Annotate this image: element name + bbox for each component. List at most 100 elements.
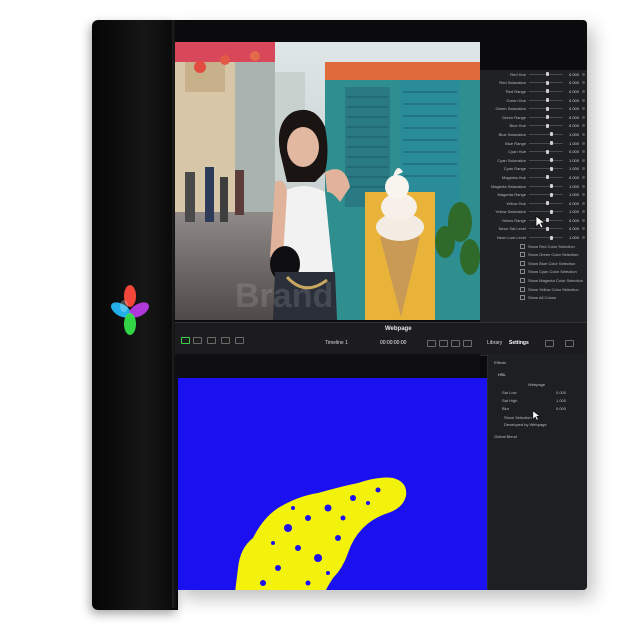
parameter-slider[interactable] bbox=[529, 149, 563, 154]
slider-knob[interactable] bbox=[546, 201, 549, 206]
reset-dot-icon[interactable] bbox=[582, 141, 585, 145]
reset-dot-icon[interactable] bbox=[582, 236, 585, 240]
inspector-row3-value[interactable]: 0.000 bbox=[556, 406, 566, 411]
inspector-row1-value[interactable]: 0.000 bbox=[556, 390, 566, 395]
parameter-value[interactable]: 0.000 bbox=[563, 98, 579, 103]
timeline-dropdown[interactable]: Timeline 1 bbox=[325, 340, 348, 346]
reset-dot-icon[interactable] bbox=[582, 210, 585, 214]
selection-checkbox[interactable]: Show Magenta Color Selection bbox=[480, 276, 587, 285]
reset-dot-icon[interactable] bbox=[582, 175, 585, 179]
parameter-slider[interactable] bbox=[529, 209, 563, 214]
slider-knob[interactable] bbox=[546, 115, 549, 120]
slider-knob[interactable] bbox=[550, 209, 554, 214]
parameter-value[interactable]: 0.000 bbox=[563, 80, 579, 85]
reset-dot-icon[interactable] bbox=[582, 227, 585, 231]
reset-dot-icon[interactable] bbox=[582, 72, 585, 76]
parameter-value[interactable]: 0.000 bbox=[563, 218, 579, 223]
slider-knob[interactable] bbox=[546, 149, 549, 154]
play-reverse-icon[interactable] bbox=[427, 340, 436, 347]
show-selection-checkbox[interactable]: Show Selection bbox=[504, 415, 532, 420]
parameter-value[interactable]: 0.000 bbox=[563, 123, 579, 128]
checkbox-icon[interactable] bbox=[520, 278, 525, 284]
checkbox-icon[interactable] bbox=[520, 269, 525, 275]
parameter-value[interactable]: 1.000 bbox=[563, 209, 579, 214]
slider-knob[interactable] bbox=[546, 106, 549, 111]
selection-checkbox[interactable]: Show Cyan Color Selection bbox=[480, 268, 587, 277]
reset-dot-icon[interactable] bbox=[582, 115, 585, 119]
checkbox-icon[interactable] bbox=[520, 295, 525, 301]
parameter-value[interactable]: 1.000 bbox=[563, 132, 579, 137]
monitor-icon[interactable] bbox=[207, 337, 216, 344]
checkbox-icon[interactable] bbox=[520, 243, 525, 249]
checkbox-icon[interactable] bbox=[520, 286, 525, 292]
parameter-value[interactable]: 1.000 bbox=[563, 141, 579, 146]
reset-dot-icon[interactable] bbox=[582, 184, 585, 188]
slider-knob[interactable] bbox=[550, 184, 554, 189]
slider-knob[interactable] bbox=[546, 175, 549, 180]
slider-knob[interactable] bbox=[550, 132, 554, 137]
reset-dot-icon[interactable] bbox=[582, 201, 585, 205]
parameter-slider[interactable] bbox=[529, 123, 563, 128]
slider-knob[interactable] bbox=[546, 123, 549, 128]
selection-checkbox[interactable]: Show Red Color Selection bbox=[480, 242, 587, 251]
reset-dot-icon[interactable] bbox=[582, 218, 585, 222]
parameter-slider[interactable] bbox=[529, 141, 563, 146]
reset-dot-icon[interactable] bbox=[582, 158, 585, 162]
stop-icon[interactable] bbox=[439, 340, 448, 347]
parameter-slider[interactable] bbox=[529, 192, 563, 197]
parameter-value[interactable]: 0.000 bbox=[563, 175, 579, 180]
parameter-slider[interactable] bbox=[529, 184, 563, 189]
parameter-slider[interactable] bbox=[529, 89, 563, 94]
parameter-slider[interactable] bbox=[529, 132, 563, 137]
parameter-slider[interactable] bbox=[529, 106, 563, 111]
parameter-value[interactable]: 0.000 bbox=[563, 226, 579, 231]
fx-name[interactable]: HSL bbox=[498, 372, 506, 377]
parameter-value[interactable]: 0.000 bbox=[563, 106, 579, 111]
reset-dot-icon[interactable] bbox=[582, 150, 585, 154]
grid-icon[interactable] bbox=[193, 337, 202, 344]
slider-knob[interactable] bbox=[550, 235, 554, 240]
parameter-value[interactable]: 1.000 bbox=[563, 184, 579, 189]
loop-icon[interactable] bbox=[463, 340, 472, 347]
slider-knob[interactable] bbox=[546, 218, 549, 223]
reset-dot-icon[interactable] bbox=[582, 89, 585, 93]
reset-dot-icon[interactable] bbox=[582, 98, 585, 102]
selection-checkbox[interactable]: Show Blue Color Selection bbox=[480, 259, 587, 268]
slider-knob[interactable] bbox=[546, 89, 549, 94]
parameter-value[interactable]: 1.000 bbox=[563, 166, 579, 171]
slider-knob[interactable] bbox=[550, 141, 554, 146]
parameter-value[interactable]: 1.000 bbox=[563, 192, 579, 197]
parameter-value[interactable]: 1.000 bbox=[563, 158, 579, 163]
gear-icon[interactable] bbox=[565, 340, 574, 347]
parameter-slider[interactable] bbox=[529, 72, 563, 77]
tab-library[interactable]: Library bbox=[487, 340, 502, 346]
checkbox-icon[interactable] bbox=[520, 260, 525, 266]
play-icon[interactable] bbox=[451, 340, 460, 347]
slider-knob[interactable] bbox=[550, 192, 554, 197]
slider-knob[interactable] bbox=[546, 80, 549, 85]
menu-icon[interactable] bbox=[545, 340, 554, 347]
safe-area-icon[interactable] bbox=[221, 337, 230, 344]
parameter-slider[interactable] bbox=[529, 201, 563, 206]
parameter-value[interactable]: 1.000 bbox=[563, 235, 579, 240]
parameter-value[interactable]: 0.000 bbox=[563, 149, 579, 154]
checkbox-icon[interactable] bbox=[520, 252, 525, 258]
reset-dot-icon[interactable] bbox=[582, 167, 585, 171]
selection-checkbox[interactable]: Show All Colors bbox=[480, 293, 587, 302]
reset-dot-icon[interactable] bbox=[582, 107, 585, 111]
parameter-slider[interactable] bbox=[529, 98, 563, 103]
parameter-slider[interactable] bbox=[529, 115, 563, 120]
slider-knob[interactable] bbox=[546, 98, 549, 103]
selection-checkbox[interactable]: Show Yellow Color Selection bbox=[480, 285, 587, 294]
parameter-value[interactable]: 0.000 bbox=[563, 72, 579, 77]
parameter-value[interactable]: 0.000 bbox=[563, 115, 579, 120]
reset-dot-icon[interactable] bbox=[582, 132, 585, 136]
slider-knob[interactable] bbox=[546, 226, 549, 231]
slider-knob[interactable] bbox=[546, 72, 549, 77]
scope-icon[interactable] bbox=[235, 337, 244, 344]
parameter-value[interactable]: 0.000 bbox=[563, 89, 579, 94]
reset-dot-icon[interactable] bbox=[582, 81, 585, 85]
slider-knob[interactable] bbox=[550, 158, 554, 163]
parameter-slider[interactable] bbox=[529, 166, 563, 171]
inspector-row2-value[interactable]: 1.000 bbox=[556, 398, 566, 403]
